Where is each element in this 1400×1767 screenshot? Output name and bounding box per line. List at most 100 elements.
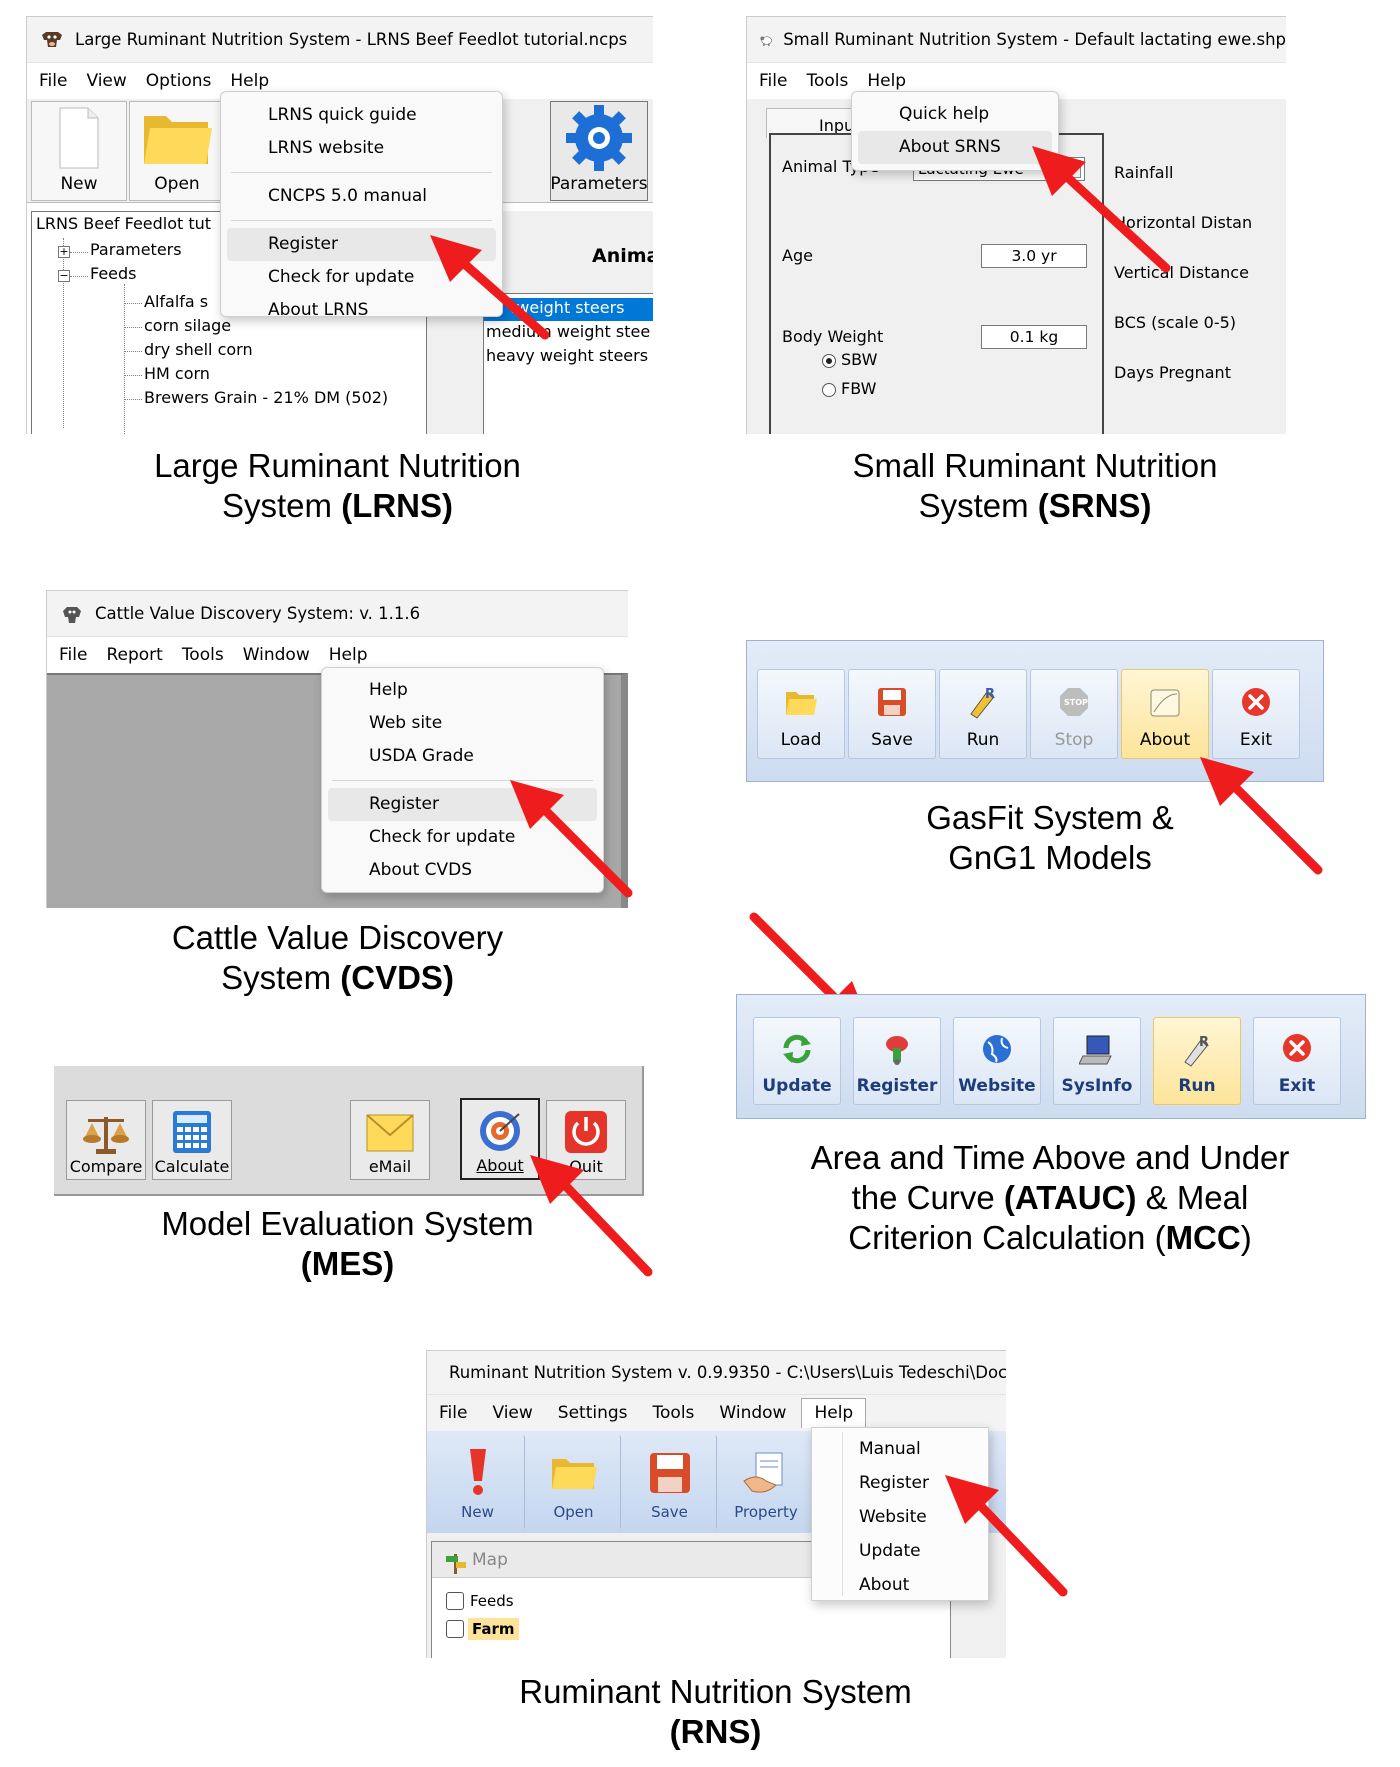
website-button[interactable]: Website (953, 1017, 1041, 1105)
menu-item-check-update[interactable]: Check for update (322, 821, 603, 854)
srns-title: Small Ruminant Nutrition System - Defaul… (783, 30, 1286, 49)
chevron-down-icon[interactable]: ▼ (1061, 160, 1081, 178)
menu-help[interactable]: Help (329, 645, 368, 665)
exit-button[interactable]: Exit (1253, 1017, 1341, 1105)
menu-item-manual[interactable]: CNCPS 5.0 manual (221, 180, 502, 213)
exit-button[interactable]: Exit (1212, 669, 1300, 759)
menu-options[interactable]: Options (146, 71, 212, 91)
menu-window[interactable]: Window (243, 645, 310, 665)
tree-feeds[interactable]: Feeds (90, 264, 137, 283)
menu-item-about[interactable]: About CVDS (322, 854, 603, 887)
menu-item-about[interactable]: About SRNS (858, 131, 1052, 164)
sbw-radio[interactable] (822, 354, 836, 368)
calculator-icon (173, 1111, 211, 1153)
menu-item-register[interactable]: Register (812, 1466, 988, 1500)
expand-icon[interactable]: + (58, 246, 70, 258)
menu-tools[interactable]: Tools (182, 645, 224, 665)
menu-item-website[interactable]: Web site (322, 707, 603, 740)
menu-item-update[interactable]: Update (812, 1534, 988, 1568)
about-button[interactable]: About (460, 1098, 540, 1180)
age-field[interactable]: 3.0 yr (981, 244, 1087, 268)
feeds-checkbox[interactable] (446, 1592, 464, 1610)
menu-item-website[interactable]: Website (812, 1500, 988, 1534)
email-button[interactable]: eMail (350, 1100, 430, 1180)
calculate-label: Calculate (154, 1157, 230, 1176)
parameters-button[interactable]: Parameters (550, 101, 648, 201)
refresh-icon (783, 1034, 811, 1064)
menu-item-register[interactable]: Register (328, 788, 597, 821)
menu-item-manual[interactable]: Manual (812, 1432, 988, 1466)
menu-report[interactable]: Report (106, 645, 162, 665)
farm-checkbox[interactable] (446, 1620, 464, 1638)
sysinfo-button[interactable]: SysInfo (1053, 1017, 1141, 1105)
rainfall-label: Rainfall (1114, 163, 1174, 182)
exit-label: Exit (1278, 1076, 1316, 1096)
new-button[interactable]: New (431, 1435, 525, 1529)
about-button[interactable]: About (1121, 669, 1209, 759)
farm-checkbox-label: Farm (468, 1618, 519, 1640)
compare-button[interactable]: Compare (66, 1100, 146, 1180)
menu-view[interactable]: View (86, 71, 126, 91)
stop-button[interactable]: STOP Stop (1030, 669, 1118, 759)
tree-parameters[interactable]: Parameters (90, 240, 182, 259)
animal-item-selected[interactable]: tweight steers (484, 298, 653, 321)
update-button[interactable]: Update (753, 1017, 841, 1105)
menu-item-quick-help[interactable]: Quick help (852, 98, 1058, 131)
menu-help[interactable]: Help (867, 71, 906, 91)
menu-item-website[interactable]: LRNS website (221, 132, 502, 165)
about-label: About (1139, 730, 1191, 750)
menu-file[interactable]: File (759, 71, 787, 91)
tree-feed-item[interactable]: HM corn (144, 364, 210, 383)
register-button[interactable]: Register (853, 1017, 941, 1105)
animal-item[interactable]: medium weight stee (486, 322, 650, 341)
run-button[interactable]: R Run (939, 669, 1027, 759)
tree-feed-item[interactable]: corn silage (144, 316, 231, 335)
property-label: Property (734, 1503, 798, 1521)
collapse-icon[interactable]: − (58, 270, 70, 282)
srns-titlebar: Small Ruminant Nutrition System - Defaul… (747, 17, 1286, 63)
menu-item-help[interactable]: Help (322, 674, 603, 707)
menu-item-about[interactable]: About (812, 1568, 988, 1602)
run-label: Run (966, 730, 1000, 750)
tree-feed-item[interactable]: dry shell corn (144, 340, 253, 359)
svg-text:STOP: STOP (1064, 698, 1088, 707)
property-button[interactable]: Property (719, 1435, 813, 1529)
menu-view[interactable]: View (492, 1403, 532, 1423)
register-label: Register (856, 1076, 938, 1096)
menu-file[interactable]: File (59, 645, 87, 665)
menu-separator (332, 780, 593, 781)
save-button[interactable]: Save (848, 669, 936, 759)
animal-item[interactable]: heavy weight steers (486, 346, 648, 365)
save-button[interactable]: Save (623, 1435, 717, 1529)
menu-item-register[interactable]: Register (227, 228, 496, 261)
caption-line: Ruminant Nutrition System (519, 1673, 912, 1710)
new-button[interactable]: New (31, 101, 127, 201)
load-button[interactable]: Load (757, 669, 845, 759)
menu-item-quick-guide[interactable]: LRNS quick guide (221, 99, 502, 132)
body-weight-field[interactable]: 0.1 kg (981, 325, 1087, 349)
fbw-radio[interactable] (822, 383, 836, 397)
menu-window[interactable]: Window (719, 1403, 786, 1423)
run-button[interactable]: R Run (1153, 1017, 1241, 1105)
tree-feed-item[interactable]: Brewers Grain - 21% DM (502) (144, 388, 388, 407)
open-button[interactable]: Open (129, 101, 225, 201)
menu-item-check-update[interactable]: Check for update (221, 261, 502, 294)
menu-tools[interactable]: Tools (653, 1403, 695, 1423)
menu-file[interactable]: File (439, 1403, 467, 1423)
menu-help[interactable]: Help (230, 71, 269, 91)
open-button[interactable]: Open (527, 1435, 621, 1529)
menu-item-usda-grade[interactable]: USDA Grade (322, 740, 603, 773)
menu-settings[interactable]: Settings (558, 1403, 628, 1423)
menu-file[interactable]: File (39, 71, 67, 91)
menu-separator (231, 172, 492, 173)
cvds-caption: Cattle Value Discovery System (CVDS) (80, 918, 595, 998)
tree-feed-item[interactable]: Alfalfa s (144, 292, 208, 311)
menu-item-about[interactable]: About LRNS (221, 294, 502, 327)
calculate-button[interactable]: Calculate (152, 1100, 232, 1180)
svg-text:R: R (985, 687, 995, 702)
tree-root[interactable]: LRNS Beef Feedlot tut (36, 214, 211, 233)
exit-label: Exit (1239, 730, 1273, 750)
quit-button[interactable]: Quit (546, 1100, 626, 1180)
menu-help[interactable]: Help (801, 1398, 867, 1428)
menu-tools[interactable]: Tools (806, 71, 848, 91)
